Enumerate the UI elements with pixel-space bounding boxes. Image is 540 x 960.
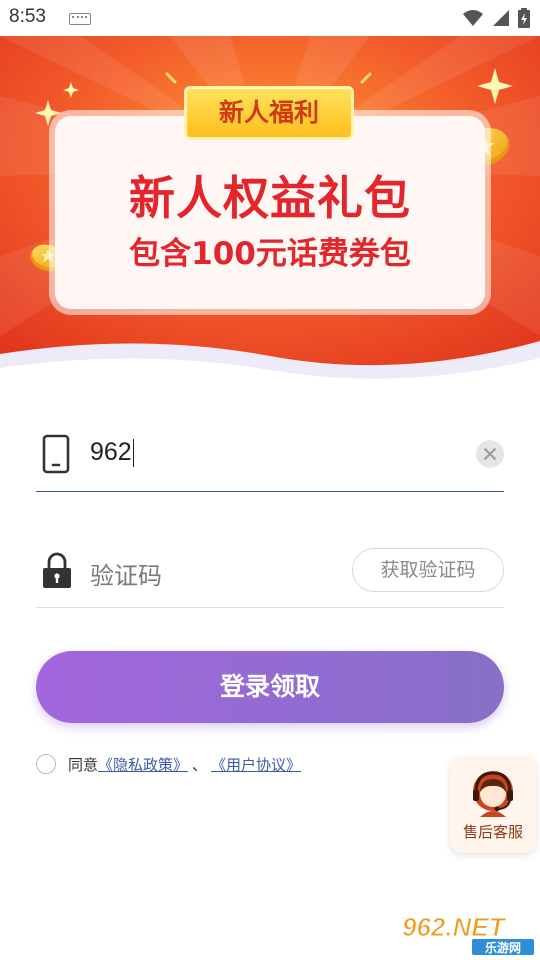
site-watermark-logo: 962.NET 乐游网 <box>398 910 536 956</box>
agree-checkbox[interactable] <box>36 754 56 774</box>
watermark-sub: 乐游网 <box>485 940 521 955</box>
status-bar: 8:53 <box>0 0 540 36</box>
verification-code-input[interactable]: 验证码 <box>90 556 162 591</box>
new-user-ribbon: 新人福利 <box>184 86 354 140</box>
verification-code-field[interactable]: 验证码 获取验证码 <box>36 534 504 608</box>
privacy-policy-link[interactable]: 《隐私政策》 <box>98 754 188 775</box>
promo-title: 新人权益礼包 <box>129 171 411 225</box>
agree-prefix: 同意 <box>68 755 99 774</box>
phone-field[interactable]: 962 <box>36 418 504 492</box>
status-time: 8:53 <box>9 6 46 27</box>
agree-separator: 、 <box>192 755 208 774</box>
phone-input[interactable]: 962 <box>90 438 135 468</box>
text-caret <box>132 439 135 468</box>
watermark-graphic: 962.NET 乐游网 <box>402 912 534 955</box>
get-code-button[interactable]: 获取验证码 <box>352 548 504 592</box>
keyboard-icon <box>69 13 91 25</box>
promo-subtitle: 包含100元话费券包 <box>129 236 411 272</box>
phone-input-value: 962 <box>90 438 132 466</box>
customer-service-button[interactable]: 售后客服 <box>450 757 536 853</box>
watermark-main: 962.NET <box>402 912 507 942</box>
wifi-icon <box>463 10 483 26</box>
close-icon <box>483 447 497 461</box>
status-icons <box>462 8 530 28</box>
cell-signal-icon <box>493 10 509 26</box>
customer-service-icon <box>473 771 513 817</box>
user-agreement-link[interactable]: 《用户协议》 <box>211 754 301 775</box>
login-claim-button[interactable]: 登录领取 <box>36 651 504 723</box>
lock-icon <box>43 552 71 588</box>
clear-input-button[interactable] <box>476 440 504 468</box>
promo-card: 新人权益礼包 包含100元话费券包 <box>55 116 485 309</box>
phone-icon <box>42 434 70 474</box>
agreement-row: 同意 《隐私政策》 、 《用户协议》 <box>36 752 301 776</box>
battery-icon <box>518 8 530 28</box>
promo-banner: 新人权益礼包 包含100元话费券包 新人福利 <box>0 36 540 386</box>
customer-service-label: 售后客服 <box>462 823 523 841</box>
ribbon-label: 新人福利 <box>218 98 319 127</box>
